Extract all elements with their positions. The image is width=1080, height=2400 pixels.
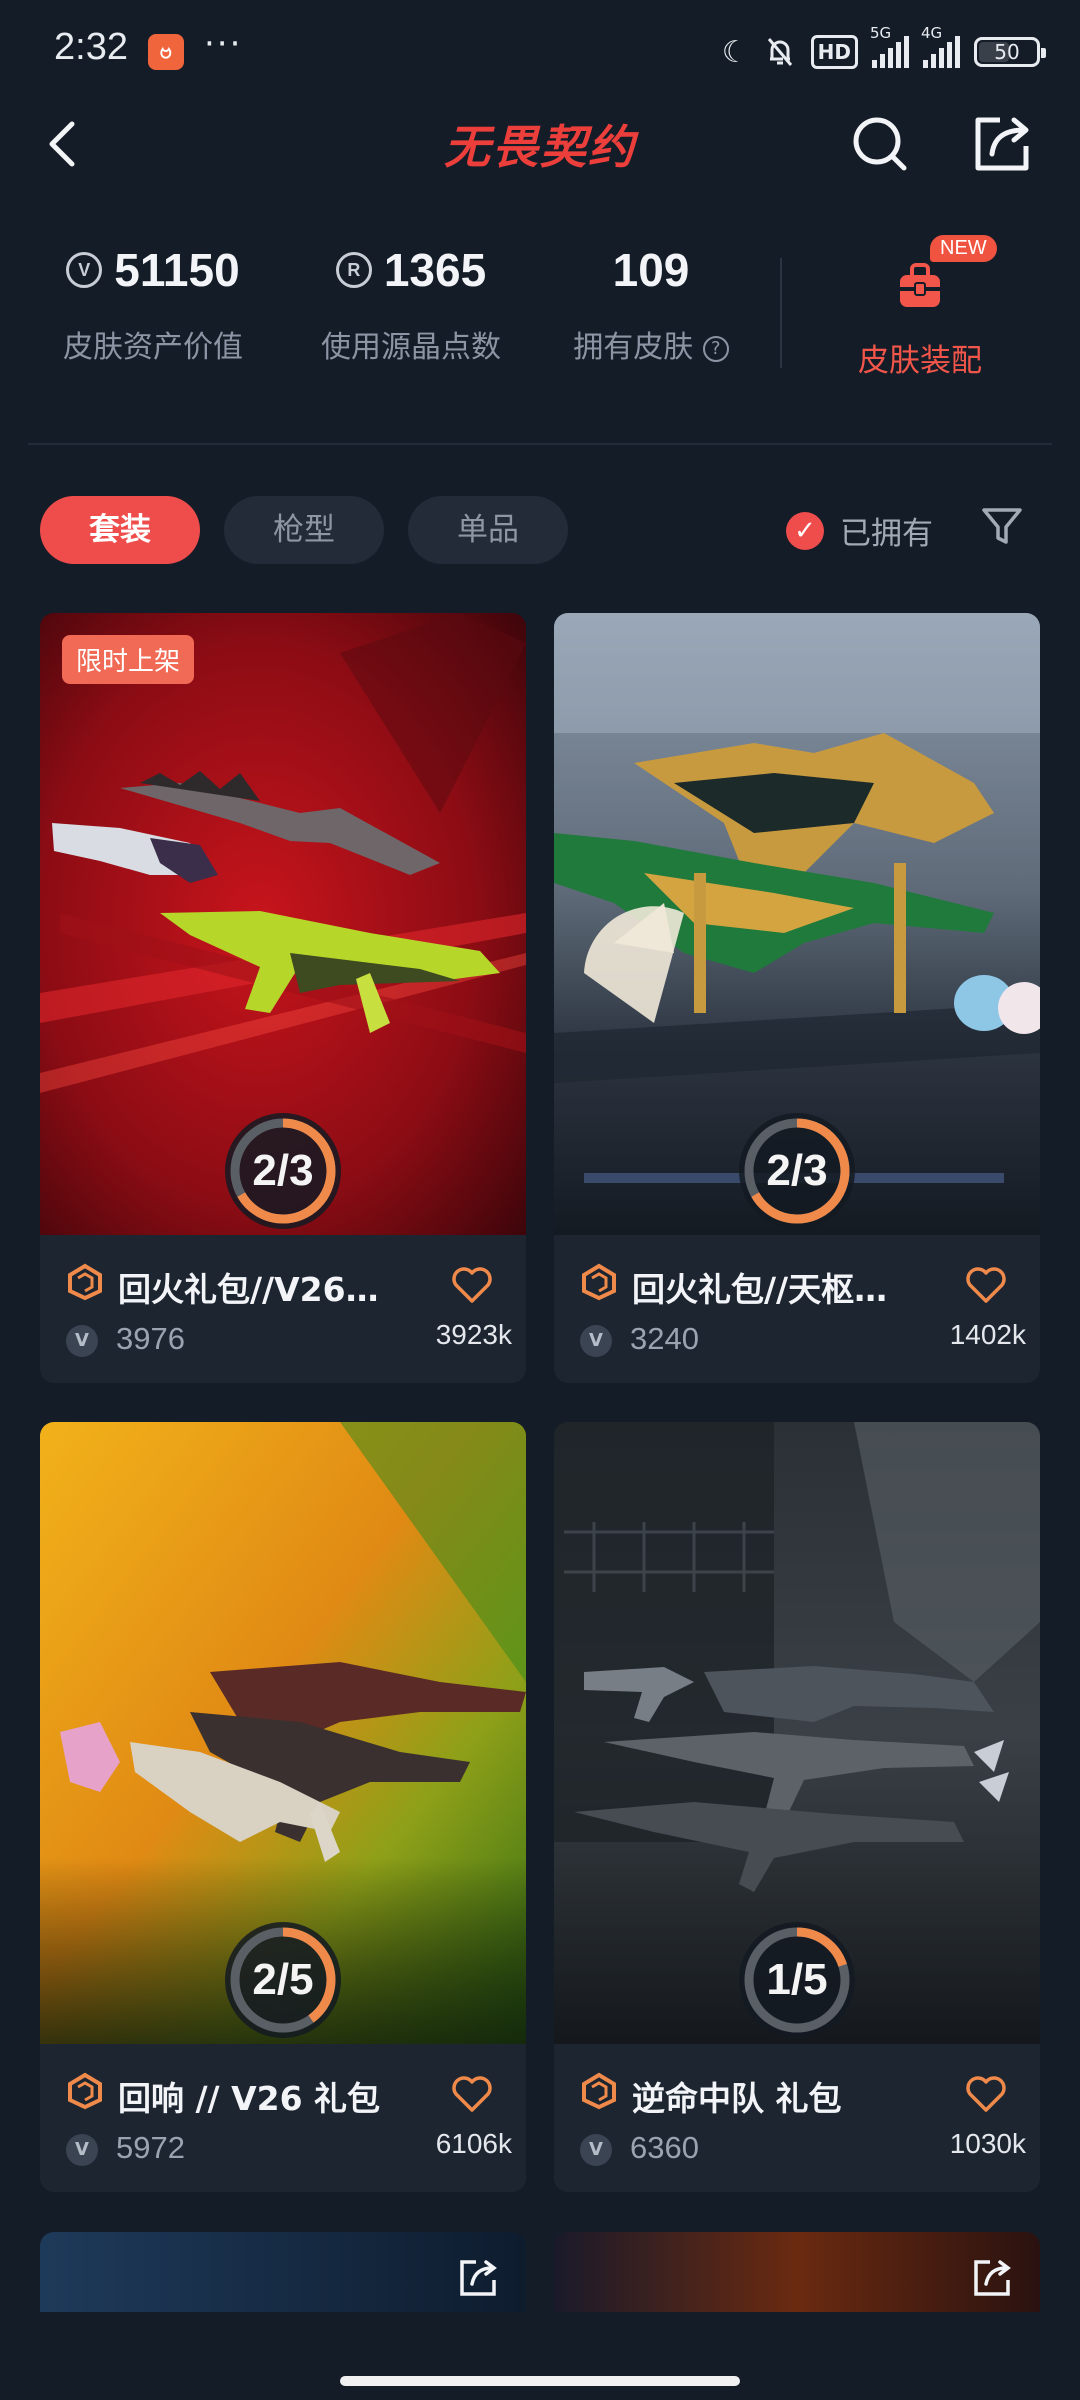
bundle-price: 6360 xyxy=(630,2130,699,2165)
bundle-image: 2/3 xyxy=(554,613,1040,1235)
more-notifications-icon: ··· xyxy=(204,24,243,64)
divider xyxy=(780,258,782,368)
backpack-icon xyxy=(900,263,940,307)
tier-icon xyxy=(68,1263,102,1301)
tab-bundle[interactable]: 套装 xyxy=(40,496,200,564)
bundle-card[interactable]: 2/3 回火礼包//天枢… V 3240 1402k xyxy=(554,613,1040,1383)
bundle-image: 1/5 xyxy=(554,1422,1040,2044)
bundle-likes: 1030k xyxy=(949,2128,1026,2159)
tier-icon xyxy=(582,1263,616,1301)
hd-badge: HD xyxy=(810,35,858,69)
radianite-icon: R xyxy=(335,252,372,288)
bundle-info: 回火礼包//V26… V 3976 3923k xyxy=(40,1235,526,1383)
stat-radianite: R 1365 使用源晶点数 xyxy=(306,240,516,366)
heart-icon[interactable] xyxy=(450,2072,494,2114)
heart-icon[interactable] xyxy=(964,2072,1008,2114)
bundle-card[interactable]: 限时上架 2/3 回火礼包//V26… V 3976 3923k xyxy=(40,613,526,1383)
collection-progress-ring: 1/5 xyxy=(737,1920,857,2040)
bundle-title: 回火礼包//V26… xyxy=(118,1270,379,1309)
stat-label: 使用源晶点数 xyxy=(321,330,501,365)
collection-progress-text: 2/3 xyxy=(766,1146,828,1195)
bundle-card[interactable]: 2/5 回响 // V26 礼包 V 5972 6106k xyxy=(40,1422,526,2192)
stat-value: 109 xyxy=(612,244,690,296)
stat-label: 拥有皮肤 xyxy=(573,330,694,365)
tier-icon xyxy=(68,2072,102,2110)
owned-filter-label: 已拥有 xyxy=(840,516,933,552)
heart-icon[interactable] xyxy=(450,1263,494,1305)
bundle-info: 逆命中队 礼包 V 6360 1030k xyxy=(554,2044,1040,2192)
chevron-left-icon[interactable] xyxy=(36,114,96,174)
bundle-image: 限时上架 2/3 xyxy=(40,613,526,1235)
help-icon[interactable]: ? xyxy=(702,335,729,362)
vp-icon: V xyxy=(66,252,103,288)
bundle-title: 回火礼包//天枢… xyxy=(632,1270,888,1309)
bundle-likes: 1402k xyxy=(949,1319,1026,1350)
share-icon[interactable] xyxy=(970,112,1034,176)
collection-progress-ring: 2/3 xyxy=(223,1111,343,1231)
new-badge: NEW xyxy=(930,235,997,262)
bell-off-icon xyxy=(767,38,792,66)
collection-progress-ring: 2/5 xyxy=(223,1920,343,2040)
status-time: 2:32 xyxy=(54,26,128,68)
collection-progress-ring: 2/3 xyxy=(737,1111,857,1231)
skin-loadout-button[interactable]: NEW 皮肤装配 xyxy=(820,235,1020,380)
skin-loadout-label: 皮肤装配 xyxy=(858,343,982,379)
owned-filter-toggle[interactable]: ✓ 已拥有 xyxy=(786,508,933,553)
stat-asset-value: V 51150 皮肤资产价值 xyxy=(48,240,258,366)
bundle-card-partial[interactable] xyxy=(554,2232,1040,2312)
collection-progress-text: 2/5 xyxy=(252,1955,314,2004)
tab-single-item[interactable]: 单品 xyxy=(408,496,568,564)
limited-time-badge: 限时上架 xyxy=(62,635,195,684)
home-indicator[interactable] xyxy=(340,2376,740,2386)
bundle-info: 回响 // V26 礼包 V 5972 6106k xyxy=(40,2044,526,2192)
checkmark-icon: ✓ xyxy=(786,511,824,550)
app-notification-icon: ဗ xyxy=(148,34,184,70)
bundle-title: 回响 // V26 礼包 xyxy=(118,2079,381,2118)
bundle-info: 回火礼包//天枢… V 3240 1402k xyxy=(554,1235,1040,1383)
bundle-price: 3240 xyxy=(630,1321,699,1356)
tab-weapon-type[interactable]: 枪型 xyxy=(224,496,384,564)
moon-icon: ☾ xyxy=(721,34,749,70)
bundle-likes: 6106k xyxy=(435,2128,512,2159)
category-tabs: 套装 枪型 单品 xyxy=(40,496,568,564)
stat-owned-skins[interactable]: 109 拥有皮肤 ? xyxy=(566,240,736,366)
battery-icon: 50 xyxy=(974,37,1046,67)
status-bar: 2:32 ဗ ··· ☾ HD 5G 4G 50 xyxy=(0,0,1080,100)
divider xyxy=(28,443,1052,445)
bundle-image xyxy=(40,2232,526,2312)
stat-label: 皮肤资产价值 xyxy=(63,330,243,365)
share-icon[interactable] xyxy=(970,2256,1014,2300)
bundle-card-partial[interactable] xyxy=(40,2232,526,2312)
bundle-image xyxy=(554,2232,1040,2312)
collection-progress-text: 2/3 xyxy=(252,1146,314,1195)
filter-icon[interactable] xyxy=(980,504,1024,548)
signal-4g-icon: 4G xyxy=(921,24,960,68)
game-logo-title: 无畏契约 xyxy=(444,120,636,174)
bundle-image: 2/5 xyxy=(40,1422,526,2044)
bundle-price: 3976 xyxy=(116,1321,185,1356)
stat-value: 1365 xyxy=(383,244,487,296)
tier-icon xyxy=(582,2072,616,2110)
vp-icon: V xyxy=(66,2134,98,2166)
heart-icon[interactable] xyxy=(964,1263,1008,1305)
search-icon[interactable] xyxy=(848,112,912,176)
collection-progress-text: 1/5 xyxy=(766,1955,828,2004)
bundle-likes: 3923k xyxy=(435,1319,512,1350)
vp-icon: V xyxy=(580,1325,612,1357)
signal-5g-icon: 5G xyxy=(870,24,909,68)
bundle-price: 5972 xyxy=(116,2130,185,2165)
vp-icon: V xyxy=(66,1325,98,1357)
bundle-title: 逆命中队 礼包 xyxy=(632,2079,842,2118)
top-app-bar: 无畏契约 xyxy=(0,100,1080,200)
stat-value: 51150 xyxy=(114,244,240,296)
bundle-card[interactable]: 1/5 逆命中队 礼包 V 6360 1030k xyxy=(554,1422,1040,2192)
share-icon[interactable] xyxy=(456,2256,500,2300)
vp-icon: V xyxy=(580,2134,612,2166)
